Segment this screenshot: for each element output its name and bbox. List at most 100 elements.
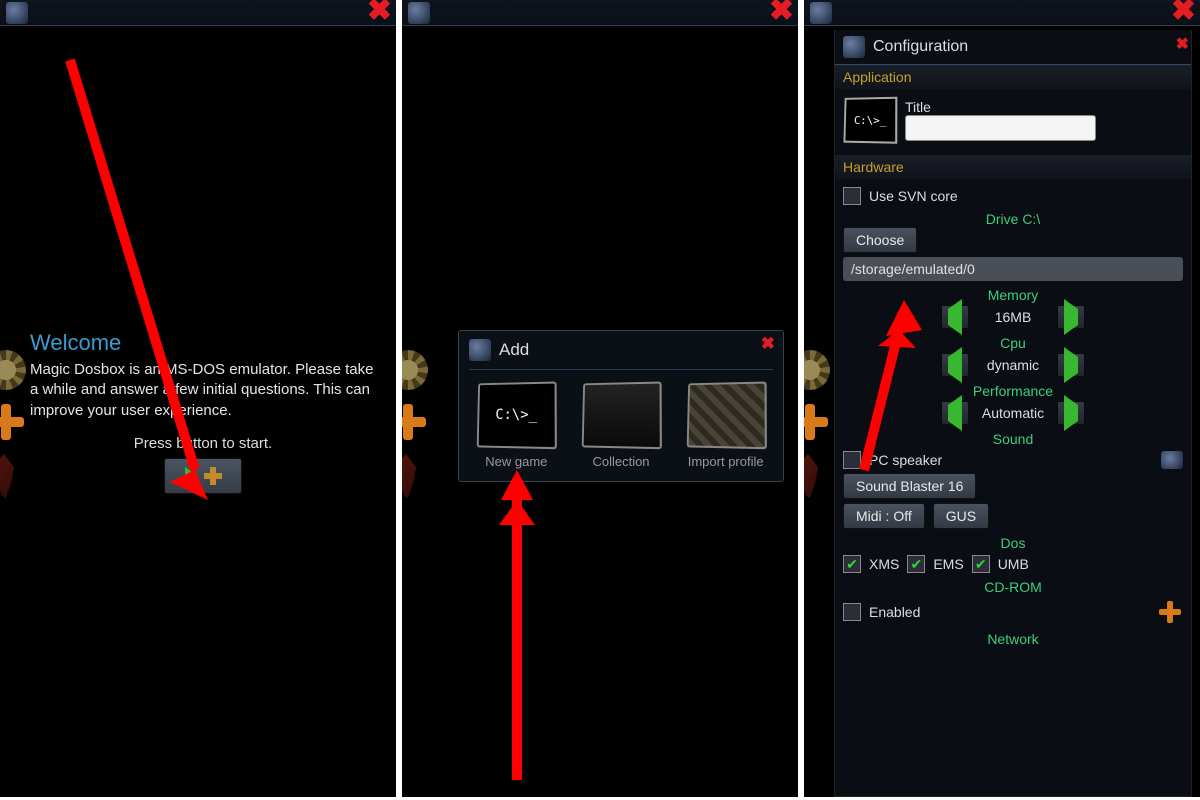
configuration-header: Configuration ✖ <box>835 30 1191 65</box>
sidebar-tools <box>804 350 830 498</box>
add-option-new-game[interactable]: C:\>_ New game <box>469 382 564 469</box>
umb-label: UMB <box>998 556 1029 572</box>
close-icon[interactable]: ✖ <box>1176 34 1189 56</box>
add-option-collection[interactable]: Collection <box>574 382 669 469</box>
svn-core-row[interactable]: Use SVN core <box>843 187 1183 205</box>
performance-label: Performance <box>843 383 1183 399</box>
add-dialog: Add ✖ C:\>_ New game Collection Import p… <box>458 330 784 482</box>
pc-speaker-row[interactable]: PC speaker <box>843 451 1183 469</box>
memory-increase[interactable] <box>1057 305 1085 329</box>
midi-button[interactable]: Midi : Off <box>843 503 925 529</box>
title-input[interactable] <box>905 115 1096 141</box>
sound-blaster-button[interactable]: Sound Blaster 16 <box>843 473 976 499</box>
play-icon <box>185 467 198 485</box>
section-hardware: Hardware <box>835 155 1191 179</box>
memory-decrease[interactable] <box>941 305 969 329</box>
dos-prompt-icon: C:\>_ <box>477 382 557 450</box>
dpad-icon <box>204 467 222 485</box>
cpu-increase[interactable] <box>1057 353 1085 377</box>
checkbox-ems[interactable] <box>907 555 925 573</box>
cdrom-enabled-row: Enabled <box>843 599 1183 625</box>
add-option-import-profile[interactable]: Import profile <box>678 382 773 469</box>
configuration-panel: Configuration ✖ Application C:\>_ Title … <box>834 30 1192 797</box>
topbar: ✖ <box>0 0 396 26</box>
screenshot-3: ✖ Configuration ✖ Application C:\>_ Titl… <box>804 0 1200 800</box>
sound-config-icon[interactable] <box>1161 451 1183 469</box>
start-button[interactable] <box>164 458 242 494</box>
welcome-body: Magic Dosbox is an MS-DOS emulator. Plea… <box>30 360 376 421</box>
app-logo-icon <box>6 2 28 24</box>
folder-icon <box>582 382 662 450</box>
memory-value: 16MB <box>977 309 1049 325</box>
feather-icon[interactable] <box>402 454 424 498</box>
cdrom-enabled-label: Enabled <box>869 604 920 620</box>
close-icon[interactable]: ✖ <box>769 0 794 22</box>
app-logo-icon <box>469 339 491 361</box>
performance-decrease[interactable] <box>941 401 969 425</box>
checkbox-umb[interactable] <box>972 555 990 573</box>
checkbox-cdrom-enabled[interactable] <box>843 603 861 621</box>
cpu-stepper: dynamic <box>843 353 1183 377</box>
performance-value: Automatic <box>977 405 1049 421</box>
screenshot-1: ✖ Welcome Magic Dosbox is an MS-DOS emul… <box>0 0 396 800</box>
settings-gear-icon[interactable] <box>402 350 428 390</box>
settings-gear-icon[interactable] <box>0 350 26 390</box>
add-option-label: Collection <box>574 454 669 469</box>
network-label: Network <box>843 631 1183 647</box>
left-arrow-icon <box>948 395 962 431</box>
app-logo-icon <box>843 36 865 58</box>
app-logo-icon <box>810 2 832 24</box>
title-field-label: Title <box>905 99 1183 115</box>
checkbox-svn[interactable] <box>843 187 861 205</box>
choose-button[interactable]: Choose <box>843 227 917 253</box>
memory-stepper: 16MB <box>843 305 1183 329</box>
right-arrow-icon <box>1064 395 1078 431</box>
add-icon[interactable] <box>0 402 26 442</box>
sidebar-tools <box>0 350 26 498</box>
feather-icon[interactable] <box>0 454 22 498</box>
crate-icon <box>686 382 766 450</box>
close-icon[interactable]: ✖ <box>1171 0 1196 22</box>
add-dialog-title: Add <box>499 340 529 360</box>
welcome-box: Welcome Magic Dosbox is an MS-DOS emulat… <box>30 330 376 494</box>
start-prompt: Press button to start. <box>30 435 376 452</box>
close-icon[interactable]: ✖ <box>761 333 775 355</box>
welcome-heading: Welcome <box>30 330 376 356</box>
right-arrow-icon <box>1064 347 1078 383</box>
cdrom-label: CD-ROM <box>843 579 1183 595</box>
memory-label: Memory <box>843 287 1183 303</box>
checkbox-pcspeaker[interactable] <box>843 451 861 469</box>
settings-gear-icon[interactable] <box>804 350 830 390</box>
annotation-arrow-2 <box>487 470 547 793</box>
topbar: ✖ <box>402 0 798 26</box>
add-cdrom-icon[interactable] <box>1157 599 1183 625</box>
performance-increase[interactable] <box>1057 401 1085 425</box>
configuration-title: Configuration <box>873 38 968 56</box>
cpu-value: dynamic <box>977 357 1049 373</box>
sound-label: Sound <box>843 431 1183 447</box>
gus-button[interactable]: GUS <box>933 503 989 529</box>
add-icon[interactable] <box>804 402 830 442</box>
screenshot-2: ✖ Add ✖ C:\>_ New game Collection Import… <box>402 0 798 800</box>
pcspeaker-label: PC speaker <box>869 452 942 468</box>
cpu-decrease[interactable] <box>941 353 969 377</box>
drive-c-label: Drive C:\ <box>843 211 1183 227</box>
checkbox-xms[interactable] <box>843 555 861 573</box>
right-arrow-icon <box>1064 299 1078 335</box>
dos-label: Dos <box>843 535 1183 551</box>
drive-path-value[interactable]: /storage/emulated/0 <box>843 257 1183 281</box>
section-application: Application <box>835 65 1191 89</box>
add-option-label: New game <box>469 454 564 469</box>
xms-label: XMS <box>869 556 899 572</box>
dos-prompt-icon[interactable]: C:\>_ <box>843 97 897 144</box>
close-icon[interactable]: ✖ <box>367 0 392 22</box>
left-arrow-icon <box>948 347 962 383</box>
feather-icon[interactable] <box>804 454 826 498</box>
performance-stepper: Automatic <box>843 401 1183 425</box>
ems-label: EMS <box>933 556 963 572</box>
add-dialog-header: Add ✖ <box>469 331 773 370</box>
app-logo-icon <box>408 2 430 24</box>
add-icon[interactable] <box>402 402 428 442</box>
svn-label: Use SVN core <box>869 188 958 204</box>
add-option-label: Import profile <box>678 454 773 469</box>
